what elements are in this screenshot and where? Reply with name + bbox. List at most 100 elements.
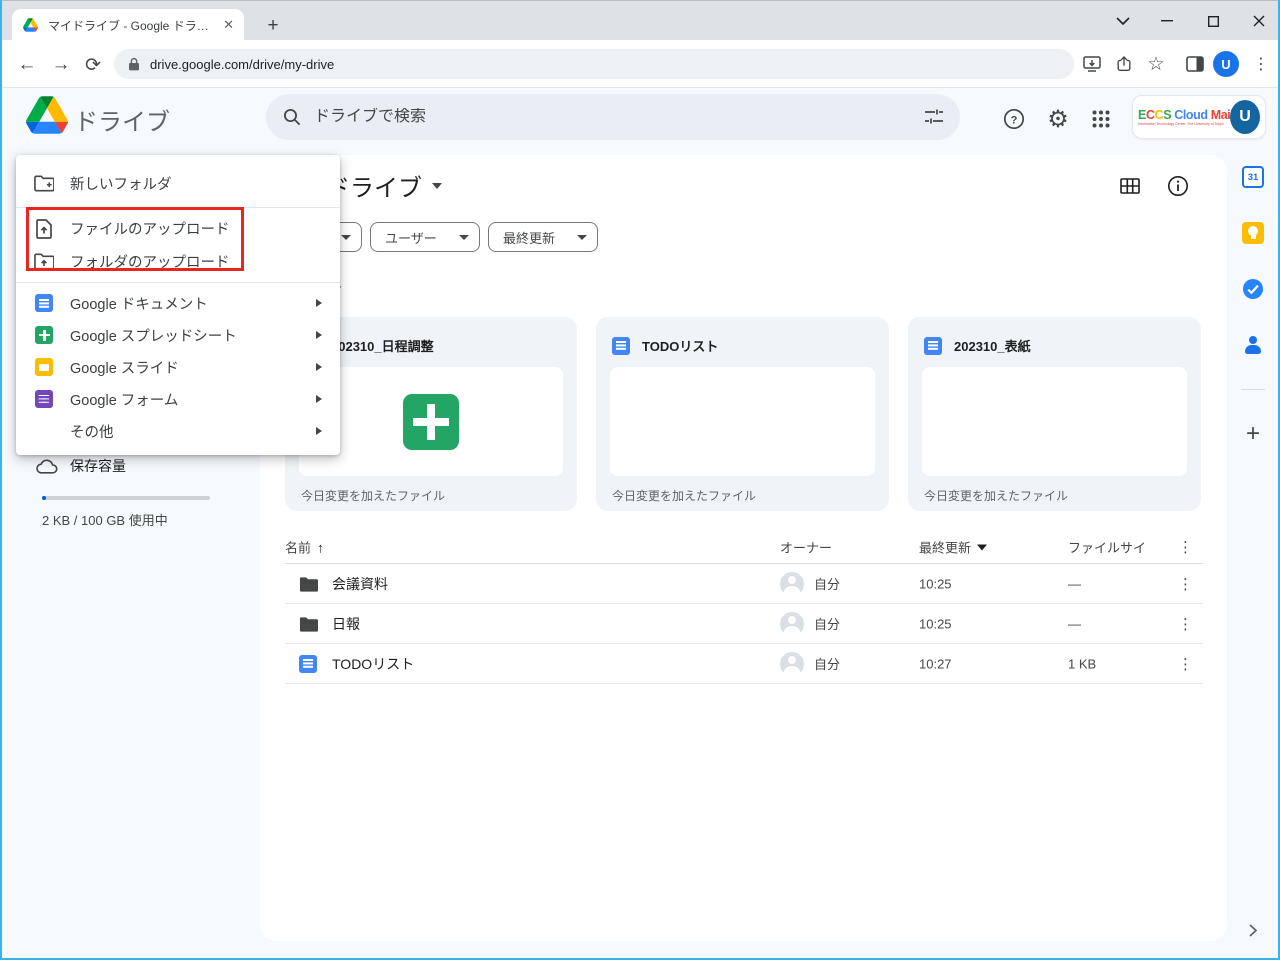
file-name: TODOリスト <box>332 655 415 672</box>
table-row[interactable]: 会議資料 自分 10:25 — ⋮ <box>285 564 1203 604</box>
submenu-arrow-icon <box>316 331 322 339</box>
install-icon[interactable] <box>1079 51 1105 77</box>
card-title: TODOリスト <box>642 339 719 354</box>
table-row[interactable]: 日報 自分 10:25 — ⋮ <box>285 604 1203 644</box>
storage-progress-bar <box>42 496 210 500</box>
row-more-icon[interactable]: ⋮ <box>1178 615 1193 633</box>
docs-file-icon <box>612 336 630 355</box>
row-more-icon[interactable]: ⋮ <box>1178 655 1193 673</box>
keep-icon[interactable] <box>1241 221 1265 245</box>
menu-item-file-upload[interactable]: ファイルのアップロード <box>16 212 340 245</box>
owner-name: 自分 <box>814 657 841 672</box>
folder-icon <box>299 576 318 592</box>
eccs-title: ECCS Cloud Mail <box>1138 108 1234 122</box>
owner-cell: 自分 <box>780 651 841 676</box>
menu-item-google-docs[interactable]: Google ドキュメント <box>16 287 340 319</box>
drive-brand-label: ドライブ <box>74 109 170 136</box>
storage-section[interactable]: 保存容量 <box>36 456 126 476</box>
browser-window: マイドライブ - Google ドライブ ✕ + ← → ⟳ drive.goo… <box>0 0 1280 960</box>
cloud-icon <box>36 458 58 474</box>
submenu-arrow-icon <box>316 427 322 435</box>
storage-usage-text: 2 KB / 100 GB 使用中 <box>42 513 168 528</box>
search-options-tune-icon[interactable] <box>924 108 944 126</box>
title-caret-icon <box>432 182 442 189</box>
apps-grid-icon[interactable] <box>1086 104 1116 134</box>
header-owner[interactable]: オーナー <box>780 538 832 557</box>
info-icon[interactable] <box>1164 172 1192 200</box>
menu-item-google-forms[interactable]: Google フォーム <box>16 383 340 415</box>
docs-file-icon <box>299 654 317 673</box>
submenu-arrow-icon <box>316 363 322 371</box>
grid-view-icon[interactable] <box>1116 172 1144 200</box>
owner-avatar-icon <box>780 611 804 636</box>
browser-titlebar: マイドライブ - Google ドライブ ✕ + <box>2 0 1280 41</box>
expand-panel-chevron-icon[interactable] <box>1241 918 1265 942</box>
window-close-button[interactable] <box>1236 1 1280 41</box>
add-addon-plus-icon[interactable]: + <box>1241 420 1265 447</box>
side-panel-icon[interactable] <box>1182 51 1208 77</box>
header-modified[interactable]: 最終更新 <box>919 538 988 557</box>
modified-time: 10:25 <box>919 616 952 631</box>
tab-close-icon[interactable]: ✕ <box>221 17 236 33</box>
file-upload-icon <box>34 218 54 239</box>
drive-logo-icon[interactable] <box>26 96 68 134</box>
docs-file-icon <box>924 336 942 355</box>
help-icon[interactable]: ? <box>999 104 1029 134</box>
sheets-logo-icon <box>403 393 459 450</box>
back-button[interactable]: ← <box>14 52 40 78</box>
table-header-row: 名前 ↑ オーナー 最終更新 ファイルサイ ⋮ <box>285 531 1203 564</box>
tab-search-chevron-icon[interactable] <box>1100 1 1146 41</box>
slides-app-icon <box>34 357 54 377</box>
chevron-down-icon <box>459 234 469 240</box>
bookmark-star-icon[interactable]: ☆ <box>1143 51 1169 77</box>
search-icon <box>282 107 302 127</box>
window-minimize-button[interactable] <box>1144 1 1190 41</box>
header-size[interactable]: ファイルサイ <box>1068 538 1146 557</box>
reload-button[interactable]: ⟳ <box>80 52 106 78</box>
menu-divider <box>16 282 340 283</box>
browser-tab[interactable]: マイドライブ - Google ドライブ ✕ <box>12 9 244 41</box>
menu-item-new-folder[interactable]: 新しいフォルダ <box>16 163 340 203</box>
card-preview <box>922 367 1187 476</box>
browser-profile-avatar[interactable]: U <box>1213 51 1239 77</box>
eccs-subtitle: Information Technology Center, The Unive… <box>1138 122 1224 126</box>
window-maximize-button[interactable] <box>1190 1 1236 41</box>
modified-time: 10:27 <box>919 656 952 671</box>
table-row[interactable]: TODOリスト 自分 10:27 1 KB ⋮ <box>285 644 1203 684</box>
suggested-card[interactable]: 202310_表紙 今日変更を加えたファイル <box>908 317 1201 511</box>
card-caption: 今日変更を加えたファイル <box>924 489 1069 503</box>
menu-divider <box>16 207 340 208</box>
menu-item-more[interactable]: その他 <box>16 415 340 447</box>
filter-chip-people[interactable]: ユーザー <box>370 222 480 252</box>
modified-time: 10:25 <box>919 576 952 591</box>
account-avatar[interactable]: U <box>1230 100 1260 134</box>
suggested-card[interactable]: TODOリスト 今日変更を加えたファイル <box>596 317 889 511</box>
header-name[interactable]: 名前 ↑ <box>285 538 324 557</box>
forward-button[interactable]: → <box>48 52 74 78</box>
menu-item-folder-upload[interactable]: フォルダのアップロード <box>16 245 340 278</box>
settings-gear-icon[interactable]: ⚙ <box>1043 104 1073 134</box>
rail-divider <box>1241 389 1265 390</box>
filter-chip-modified[interactable]: 最終更新 <box>488 222 598 252</box>
row-more-icon[interactable]: ⋮ <box>1178 575 1193 593</box>
menu-item-google-slides[interactable]: Google スライド <box>16 351 340 383</box>
new-tab-button[interactable]: + <box>260 13 286 39</box>
contacts-icon[interactable] <box>1241 333 1265 357</box>
new-folder-icon <box>34 173 54 193</box>
menu-item-google-sheets[interactable]: Google スプレッドシート <box>16 319 340 351</box>
folder-upload-icon <box>34 252 54 272</box>
browser-menu-icon[interactable]: ⋮ <box>1248 51 1274 77</box>
account-pill[interactable]: ECCS Cloud Mail Information Technology C… <box>1132 95 1266 139</box>
search-input[interactable] <box>314 108 912 126</box>
card-title: 202310_日程調整 <box>331 339 434 354</box>
address-bar[interactable]: drive.google.com/drive/my-drive <box>114 49 1074 79</box>
calendar-icon[interactable]: 31 <box>1241 165 1265 189</box>
tasks-icon[interactable] <box>1241 277 1265 301</box>
search-bar[interactable] <box>266 94 960 140</box>
owner-cell: 自分 <box>780 571 841 596</box>
file-size: — <box>1068 616 1081 631</box>
share-icon[interactable] <box>1111 51 1137 77</box>
header-more-icon[interactable]: ⋮ <box>1178 538 1193 556</box>
forms-app-icon <box>34 389 54 409</box>
owner-name: 自分 <box>814 577 841 592</box>
